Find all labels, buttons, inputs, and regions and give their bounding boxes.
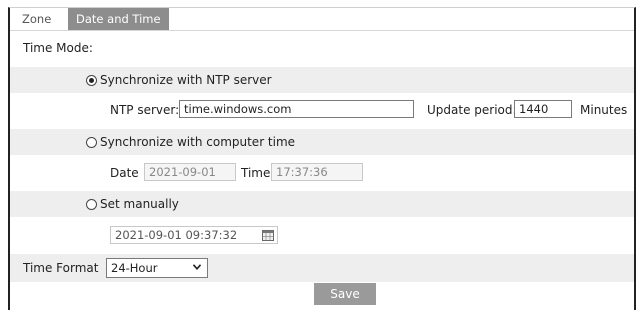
time-label: Time (241, 166, 271, 180)
ntp-option-row: Synchronize with NTP server (10, 67, 634, 93)
date-time-panel: Zone Date and Time Time Mode: Synchroniz… (8, 7, 636, 310)
save-button[interactable]: Save (314, 283, 376, 305)
ntp-option-label: Synchronize with NTP server (100, 73, 272, 87)
manual-option-row: Set manually (10, 191, 634, 217)
time-input[interactable]: 17:37:36 (271, 163, 363, 181)
date-label: Date (110, 166, 139, 180)
computer-option-row: Synchronize with computer time (10, 129, 634, 155)
manual-datetime-input[interactable]: 2021-09-01 09:37:32 (110, 226, 278, 244)
ntp-server-row: NTP server: time.windows.com Update peri… (10, 97, 634, 123)
update-period-unit: Minutes (580, 103, 628, 117)
tab-zone[interactable]: Zone (14, 8, 59, 30)
time-format-select[interactable]: 24-Hour (106, 258, 208, 278)
update-period-input[interactable]: 1440 (514, 100, 572, 118)
manual-datetime-value: 2021-09-01 09:37:32 (115, 228, 238, 242)
manual-option-label: Set manually (100, 197, 179, 211)
ntp-server-input[interactable]: time.windows.com (179, 100, 414, 118)
computer-option-label: Synchronize with computer time (100, 135, 296, 149)
ntp-radio[interactable] (86, 75, 97, 86)
time-format-value: 24-Hour (111, 261, 158, 275)
time-format-row: Time Format 24-Hour (10, 254, 634, 282)
time-mode-label: Time Mode: (23, 41, 93, 55)
date-input[interactable]: 2021-09-01 (144, 163, 236, 181)
computer-time-row: Date 2021-09-01 Time 17:37:36 (10, 160, 634, 186)
computer-time-radio[interactable] (86, 137, 97, 148)
tab-date-and-time[interactable]: Date and Time (68, 8, 169, 30)
time-mode-row: Time Mode: (10, 35, 634, 61)
ntp-server-label: NTP server: (110, 103, 180, 117)
time-format-label: Time Format (23, 261, 99, 275)
chevron-down-icon (193, 264, 201, 270)
calendar-icon[interactable] (262, 229, 274, 241)
update-period-label: Update period: (427, 103, 517, 117)
set-manually-radio[interactable] (86, 199, 97, 210)
manual-datetime-row: 2021-09-01 09:37:32 (10, 223, 634, 249)
tab-bar: Zone Date and Time (10, 8, 634, 31)
